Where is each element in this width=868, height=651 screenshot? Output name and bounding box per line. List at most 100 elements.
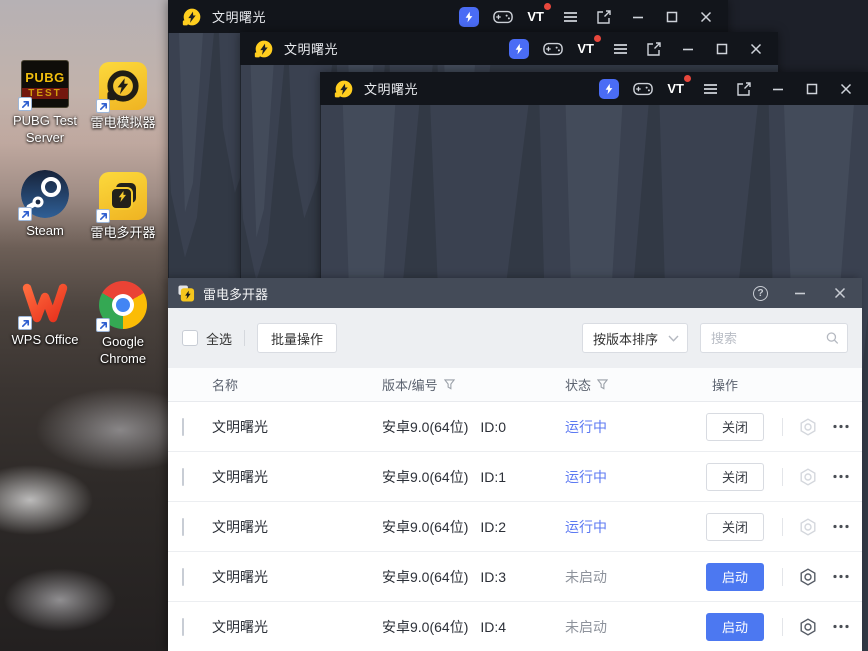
emulator-titlebar[interactable]: 文明曙光 VT <box>168 0 728 33</box>
gamepad-icon[interactable] <box>543 39 564 59</box>
settings-gear-icon[interactable] <box>797 516 819 538</box>
header-name: 名称 <box>212 378 239 393</box>
icon-label: 雷电模拟器 <box>90 115 156 130</box>
maximize-icon[interactable] <box>712 39 732 59</box>
row-checkbox[interactable] <box>182 517 184 536</box>
close-icon[interactable] <box>836 79 856 99</box>
icon-label: Google Chrome <box>99 334 147 366</box>
more-options-icon[interactable] <box>831 467 851 487</box>
minimize-icon[interactable] <box>792 285 808 301</box>
notification-dot <box>594 34 601 42</box>
icon-label: Steam <box>26 223 64 238</box>
instance-status: 未启动 <box>565 618 607 635</box>
desktop-icon-steam[interactable]: Steam <box>6 170 84 240</box>
maximize-icon[interactable] <box>662 7 682 27</box>
icon-label: 雷电多开器 <box>90 225 156 240</box>
toggle-instance-button[interactable]: 关闭 <box>706 512 764 541</box>
instance-version: 安卓9.0(64位) <box>382 518 469 535</box>
header-status: 状态 <box>565 378 592 393</box>
gamepad-icon[interactable] <box>493 7 514 27</box>
sort-dropdown[interactable]: 按版本排序 <box>582 323 688 353</box>
minimize-icon[interactable] <box>678 39 698 59</box>
minimize-icon[interactable] <box>768 79 788 99</box>
action-divider <box>782 517 783 536</box>
instance-id: ID:0 <box>480 418 507 435</box>
action-divider <box>782 467 783 486</box>
toolbar-divider <box>244 330 246 346</box>
more-options-icon[interactable] <box>831 617 851 637</box>
vt-button[interactable]: VT <box>527 2 551 27</box>
toggle-instance-button[interactable]: 关闭 <box>706 462 764 491</box>
ldplayer-logo-icon <box>254 39 274 59</box>
window-title: 文明曙光 <box>284 42 339 57</box>
new-window-icon[interactable] <box>644 39 664 59</box>
window-title: 文明曙光 <box>364 82 419 97</box>
instance-row: 文明曙光 安卓9.0(64位) ID:1 运行中 关闭 <box>168 452 862 502</box>
desktop-icon-ld-multiplayer[interactable]: 雷电多开器 <box>84 172 162 242</box>
manager-titlebar[interactable]: 雷电多开器 ? <box>168 278 862 308</box>
toggle-instance-button[interactable]: 关闭 <box>706 412 764 441</box>
menu-icon[interactable] <box>610 39 630 59</box>
new-window-icon[interactable] <box>734 79 754 99</box>
icon-label: PUBG Test Server <box>12 113 78 145</box>
help-icon[interactable]: ? <box>753 285 768 301</box>
notification-dot <box>544 2 551 10</box>
search-input[interactable] <box>711 330 827 346</box>
more-options-icon[interactable] <box>831 417 851 437</box>
search-box[interactable] <box>700 323 848 353</box>
instance-version: 安卓9.0(64位) <box>382 568 469 585</box>
multi-instance-manager-window: 雷电多开器 ? 全选 批量操作 按版本排序 搜索 名称 版本/编号 状态 操作 … <box>168 278 862 651</box>
desktop-icon-pubg-test-server[interactable]: PUBG TEST PUBG Test Server <box>6 60 84 147</box>
search-icon <box>827 332 839 344</box>
emulator-titlebar[interactable]: 文明曙光 VT <box>320 72 868 105</box>
toggle-instance-button[interactable]: 启动 <box>706 562 764 591</box>
vt-button[interactable]: VT <box>667 74 691 99</box>
manager-toolbar: 全选 批量操作 按版本排序 <box>168 308 862 368</box>
row-checkbox[interactable] <box>182 617 184 636</box>
instance-id: ID:2 <box>480 518 507 535</box>
action-divider <box>782 417 783 436</box>
close-icon[interactable] <box>832 285 848 301</box>
settings-gear-icon[interactable] <box>797 466 819 488</box>
maximize-icon[interactable] <box>802 79 822 99</box>
instance-name: 文明曙光 <box>212 618 268 635</box>
boost-icon[interactable] <box>509 38 530 59</box>
batch-operations-button[interactable]: 批量操作 <box>257 323 338 353</box>
instance-status: 运行中 <box>565 518 607 535</box>
shortcut-arrow-icon <box>18 207 32 221</box>
instance-version: 安卓9.0(64位) <box>382 468 469 485</box>
emulator-titlebar[interactable]: 文明曙光 VT <box>240 32 778 65</box>
minimize-icon[interactable] <box>628 7 648 27</box>
screen: PUBG TEST PUBG Test Server 雷电模拟器 Steam 雷… <box>0 0 868 651</box>
settings-gear-icon[interactable] <box>797 616 819 638</box>
desktop-icon-wps-office[interactable]: WPS Office <box>6 279 84 349</box>
vt-button[interactable]: VT <box>577 34 601 59</box>
row-checkbox[interactable] <box>182 467 184 486</box>
row-checkbox[interactable] <box>182 417 184 436</box>
close-icon[interactable] <box>746 39 766 59</box>
shortcut-arrow-icon <box>96 209 110 223</box>
gamepad-icon[interactable] <box>633 79 654 99</box>
boost-icon[interactable] <box>459 6 480 27</box>
desktop-icon-google-chrome[interactable]: Google Chrome <box>84 281 162 368</box>
close-icon[interactable] <box>696 7 716 27</box>
ldplayer-logo-icon <box>182 7 202 27</box>
filter-funnel-icon[interactable] <box>597 379 609 390</box>
window-title: 雷电多开器 <box>203 286 269 302</box>
more-options-icon[interactable] <box>831 517 851 537</box>
select-all-checkbox[interactable] <box>182 330 198 346</box>
action-divider <box>782 567 783 586</box>
desktop-icon-ldplayer[interactable]: 雷电模拟器 <box>84 62 162 132</box>
settings-gear-icon[interactable] <box>797 416 819 438</box>
more-options-icon[interactable] <box>831 567 851 587</box>
window-title: 文明曙光 <box>212 10 267 25</box>
row-checkbox[interactable] <box>182 567 184 586</box>
boost-icon[interactable] <box>599 78 620 99</box>
filter-funnel-icon[interactable] <box>443 379 455 390</box>
toggle-instance-button[interactable]: 启动 <box>706 612 764 641</box>
menu-icon[interactable] <box>560 7 580 27</box>
menu-icon[interactable] <box>700 79 720 99</box>
instance-version: 安卓9.0(64位) <box>382 418 469 435</box>
new-window-icon[interactable] <box>594 7 614 27</box>
settings-gear-icon[interactable] <box>797 566 819 588</box>
